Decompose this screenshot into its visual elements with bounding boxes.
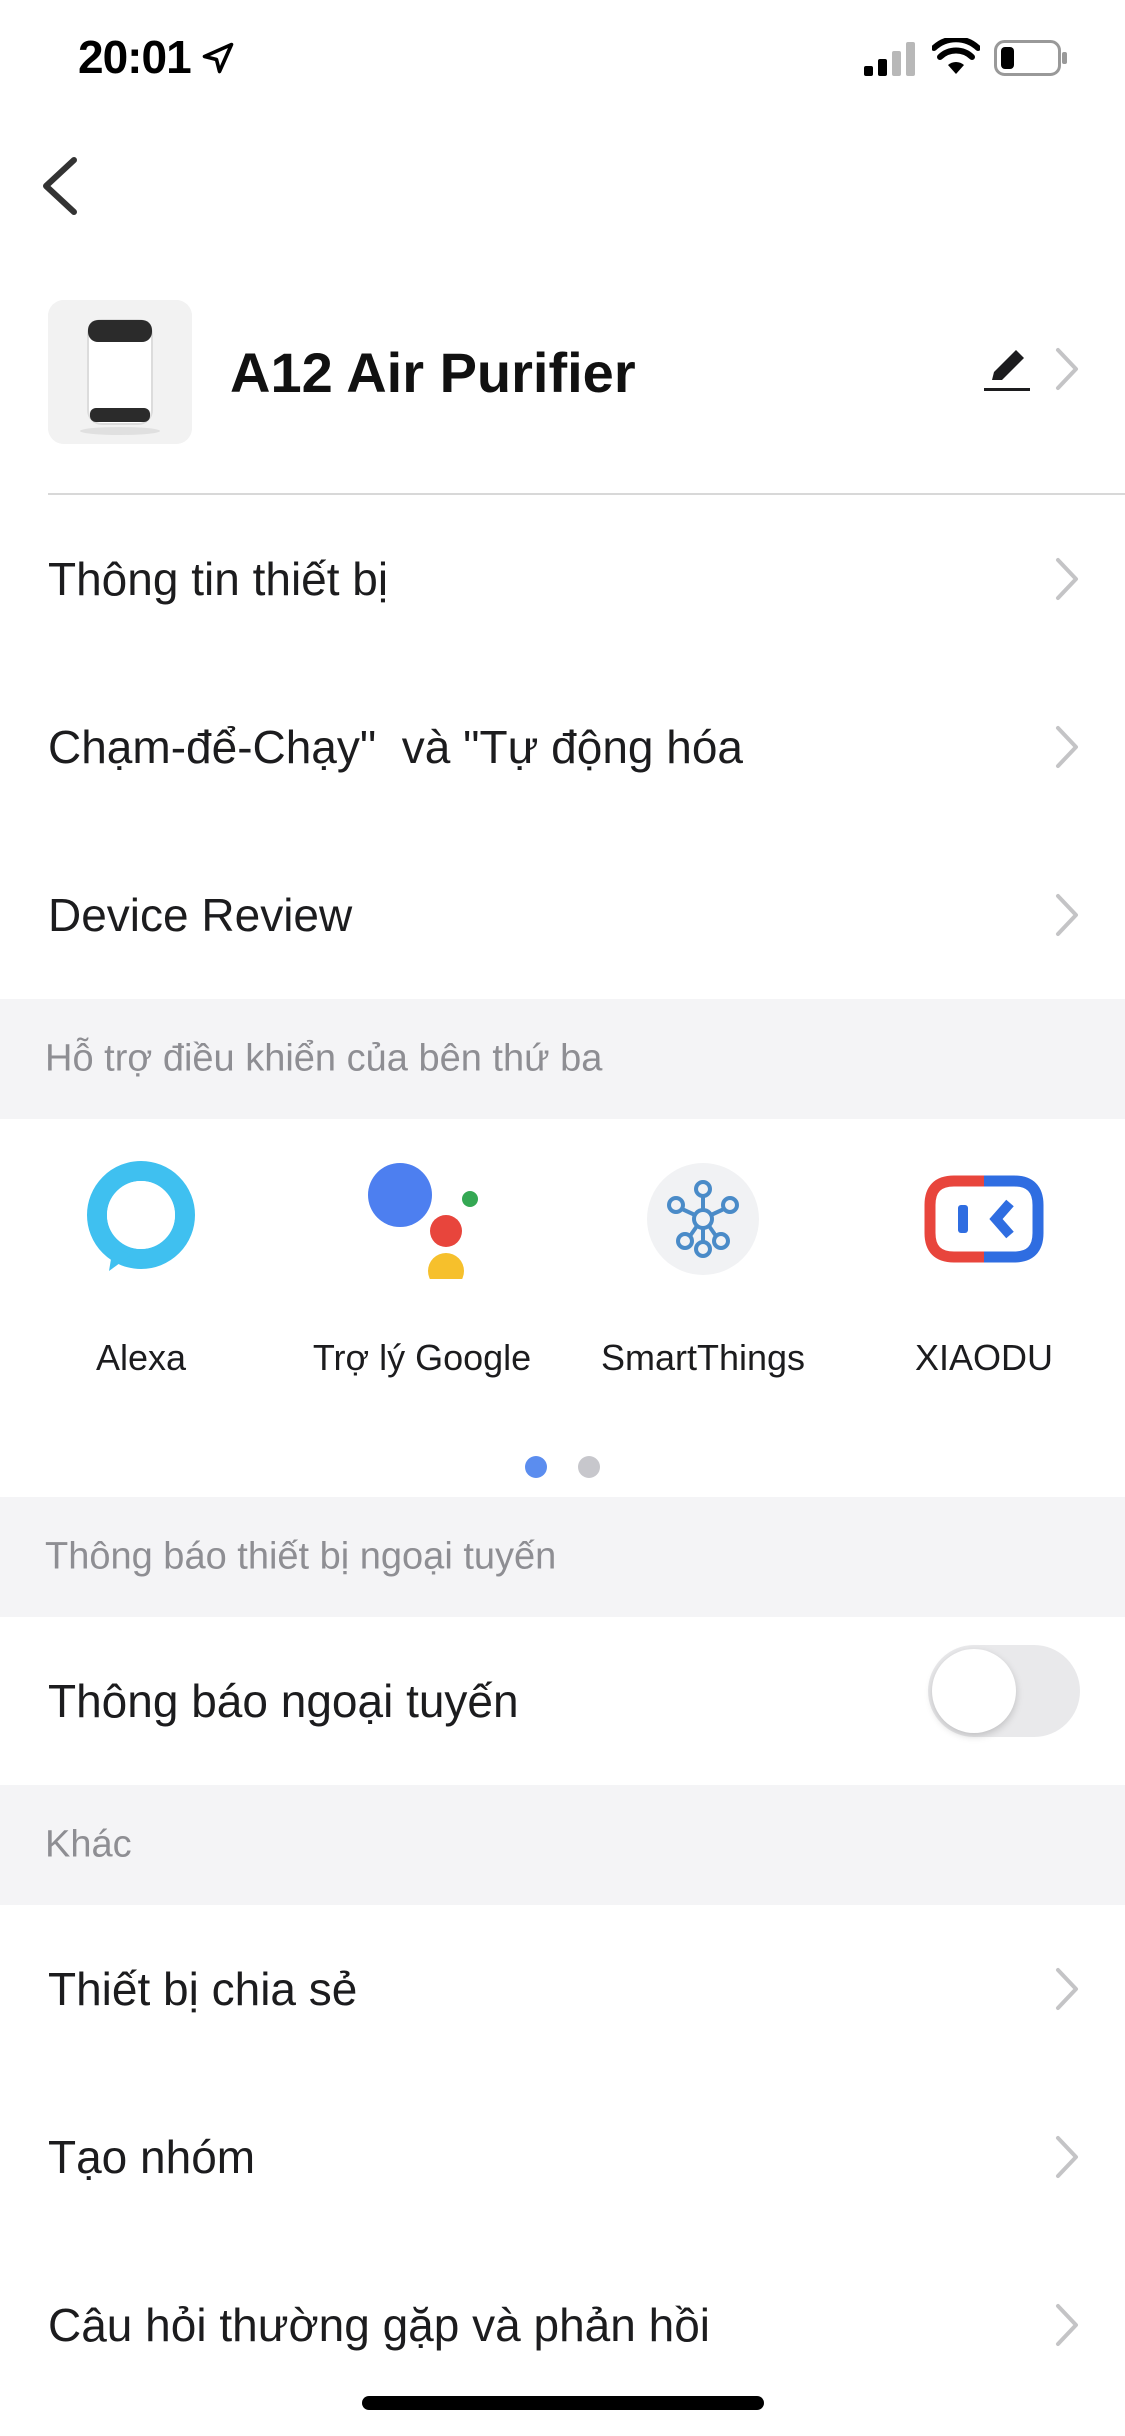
chevron-right-icon <box>1056 1968 1078 2010</box>
section-title: Khác <box>45 1823 132 1866</box>
chevron-right-icon <box>1056 2304 1078 2346</box>
menu-item-label: Tạo nhóm <box>48 2131 256 2183</box>
device-header[interactable]: A12 Air Purifier <box>0 290 1125 460</box>
third-party-label: SmartThings <box>600 1337 806 1378</box>
device-name: A12 Air Purifier <box>230 341 636 404</box>
section-header-other: Khác <box>0 1785 1125 1905</box>
menu-item-label: Thông tin thiết bị <box>48 553 389 605</box>
section-header-third-party: Hỗ trợ điều khiển của bên thứ ba <box>0 999 1125 1119</box>
status-time: 20:01 <box>78 31 192 83</box>
menu-item-tap-to-run[interactable]: Chạm-để-Chạy" và "Tự động hóa <box>0 663 1125 831</box>
device-image <box>48 300 192 444</box>
menu-item-create-group[interactable]: Tạo nhóm <box>0 2073 1125 2241</box>
menu-item-device-info[interactable]: Thông tin thiết bị <box>0 495 1125 663</box>
chevron-right-icon <box>1056 558 1078 600</box>
alexa-icon <box>87 1161 195 1271</box>
chevron-right-icon <box>1056 2136 1078 2178</box>
menu-item-label: Câu hỏi thường gặp và phản hồi <box>48 2299 710 2351</box>
third-party-smartthings[interactable]: SmartThings <box>563 1159 843 1419</box>
cellular-signal-icon <box>864 42 915 76</box>
menu-item-label: Device Review <box>48 889 353 941</box>
menu-item-label: Chạm-để-Chạy" và "Tự động hóa <box>48 721 744 773</box>
section-header-offline: Thông báo thiết bị ngoại tuyến <box>0 1497 1125 1617</box>
chevron-right-icon <box>1056 894 1078 936</box>
toggle-knob <box>932 1649 1016 1733</box>
section-title: Thông báo thiết bị ngoại tuyến <box>45 1535 557 1578</box>
carousel-page-dot-active[interactable] <box>525 1456 547 1478</box>
air-purifier-icon <box>48 300 192 444</box>
edit-pencil-icon[interactable] <box>980 342 1034 396</box>
smartthings-icon <box>647 1163 759 1275</box>
third-party-label: Trợ lý Google <box>312 1337 532 1378</box>
battery-icon <box>994 40 1067 76</box>
menu-item-label: Thiết bị chia sẻ <box>48 1963 358 2015</box>
third-party-carousel[interactable]: Alexa Trợ lý Google SmartThings XIAODU <box>0 1119 1125 1495</box>
menu-item-device-review[interactable]: Device Review <box>0 831 1125 999</box>
offline-notification-label: Thông báo ngoại tuyến <box>48 1675 519 1727</box>
location-arrow-icon <box>202 42 234 74</box>
home-indicator[interactable] <box>362 2396 764 2410</box>
chevron-right-icon <box>1056 348 1078 390</box>
chevron-right-icon <box>1056 726 1078 768</box>
third-party-google-assistant[interactable]: Trợ lý Google <box>282 1159 562 1419</box>
carousel-page-dot[interactable] <box>578 1456 600 1478</box>
menu-item-faq-feedback[interactable]: Câu hỏi thường gặp và phản hồi <box>0 2241 1125 2409</box>
third-party-xiaodu[interactable]: XIAODU <box>844 1159 1124 1419</box>
menu-item-shared-devices[interactable]: Thiết bị chia sẻ <box>0 1905 1125 2073</box>
offline-notification-toggle[interactable] <box>928 1645 1080 1737</box>
xiaodu-icon <box>924 1175 1044 1263</box>
section-title: Hỗ trợ điều khiển của bên thứ ba <box>45 1037 603 1080</box>
third-party-label: XIAODU <box>914 1337 1054 1378</box>
google-assistant-icon <box>368 1163 478 1279</box>
status-bar: 20:01 <box>0 0 1125 120</box>
back-button[interactable] <box>30 150 90 222</box>
third-party-label: Alexa <box>95 1337 187 1378</box>
wifi-icon <box>932 38 980 74</box>
third-party-alexa[interactable]: Alexa <box>1 1159 281 1419</box>
